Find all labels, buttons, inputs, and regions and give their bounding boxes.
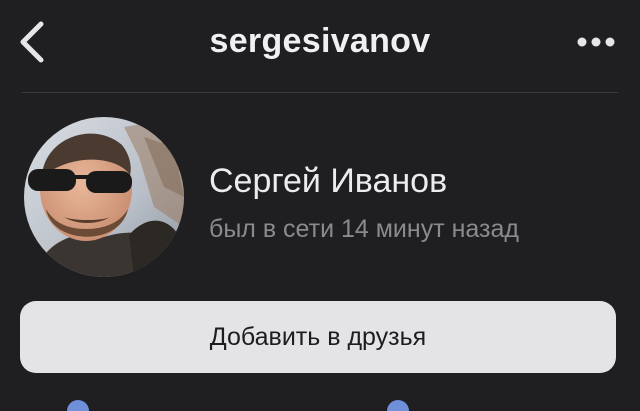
more-horizontal-icon [577, 37, 615, 47]
top-bar: sergesivanov [0, 0, 640, 92]
profile-name: Сергей Иванов [209, 162, 448, 200]
profile-screen: sergesivanov Сергей Иванов был в сети 14… [0, 0, 640, 411]
page-title: sergesivanov [209, 22, 431, 60]
user-avatar [24, 117, 184, 277]
online-status: был в сети 14 минут назад [209, 215, 519, 243]
avatar[interactable] [24, 117, 184, 277]
more-button[interactable] [574, 22, 618, 62]
tab-icon-partial-2[interactable] [387, 400, 409, 411]
add-friend-button[interactable]: Добавить в друзья [20, 301, 616, 373]
tab-icon-partial[interactable] [67, 400, 89, 411]
header-divider [22, 92, 618, 93]
